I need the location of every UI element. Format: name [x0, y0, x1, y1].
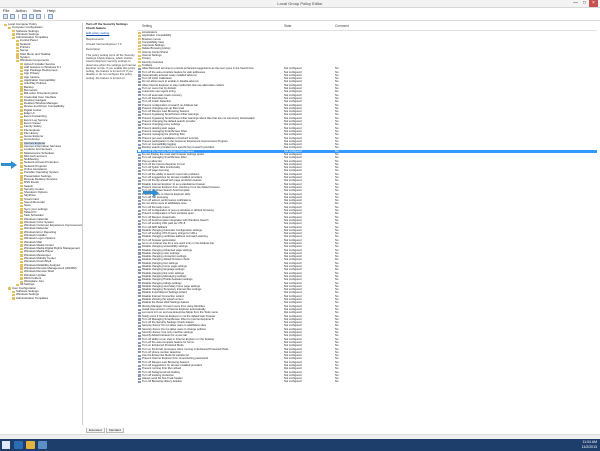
description-label: Description:: [86, 47, 101, 52]
setting-comment: No: [335, 380, 339, 384]
maximize-button[interactable]: □: [580, 0, 589, 7]
tab-extended[interactable]: Extended: [86, 428, 105, 433]
title-bar: Local Group Policy Editor — □ ×: [0, 0, 600, 8]
window-title: Local Group Policy Editor: [277, 1, 323, 6]
folder-icon: [12, 297, 15, 300]
tree-item[interactable]: Administrative Templates: [2, 295, 82, 300]
minimize-button[interactable]: —: [571, 0, 580, 7]
setting-row[interactable]: Turn off Browsing History deletion Not co…: [137, 380, 597, 383]
description-pane: Turn off the Security Settings Check fea…: [86, 23, 136, 425]
clock-date: 11/2/2013: [581, 445, 597, 449]
toolbar-separator: [44, 14, 45, 19]
internet-explorer-taskbar-icon[interactable]: [14, 441, 23, 449]
taskbar: 11:04 AM 11/2/2013: [0, 439, 600, 451]
settings-list: Setting State Comment Accelerators Applic…: [137, 23, 597, 425]
properties-icon[interactable]: [29, 14, 34, 19]
file-explorer-taskbar-icon[interactable]: [26, 441, 35, 449]
requirements-text: At least Internet Explorer 7.0: [86, 42, 122, 47]
close-button[interactable]: ×: [589, 0, 598, 7]
policy-title: Turn off the Security Settings Check fea…: [86, 23, 128, 30]
forward-icon[interactable]: [10, 14, 15, 19]
windows-start-icon[interactable]: [2, 441, 10, 449]
column-setting[interactable]: Setting: [142, 23, 152, 30]
tree-item-label: Administrative Templates: [16, 295, 49, 300]
column-state[interactable]: State: [284, 23, 291, 30]
policy-setting-icon: [138, 381, 141, 384]
show-hide-tree-icon[interactable]: [22, 14, 27, 19]
filter-icon[interactable]: [48, 14, 53, 19]
tab-standard[interactable]: Standard: [105, 428, 124, 433]
group-policy-taskbar-icon[interactable]: [38, 441, 47, 449]
back-icon[interactable]: [3, 14, 8, 19]
view-tabs: Extended Standard: [86, 428, 124, 433]
taskbar-clock: 11:04 AM 11/2/2013: [582, 440, 597, 450]
edit-policy-link[interactable]: Edit policy setting: [86, 32, 136, 36]
setting-name: Turn off Browsing History deletion: [142, 380, 183, 384]
policy-tree[interactable]: Local Computer Policy Computer Configurat…: [2, 23, 83, 425]
setting-state: Not configured: [284, 380, 302, 384]
help-icon[interactable]: [36, 14, 41, 19]
column-comment[interactable]: Comment: [335, 23, 349, 30]
settings-rows: Accelerators Application Compatibility Bro…: [137, 31, 597, 384]
toolbar-separator: [18, 14, 19, 19]
description-text: This policy setting turns off the Securi…: [86, 52, 136, 80]
window-controls: — □ ×: [571, 0, 598, 7]
requirements-label: Requirements:: [86, 36, 105, 41]
toolbar: [0, 13, 600, 21]
column-headers: Setting State Comment: [137, 23, 597, 31]
